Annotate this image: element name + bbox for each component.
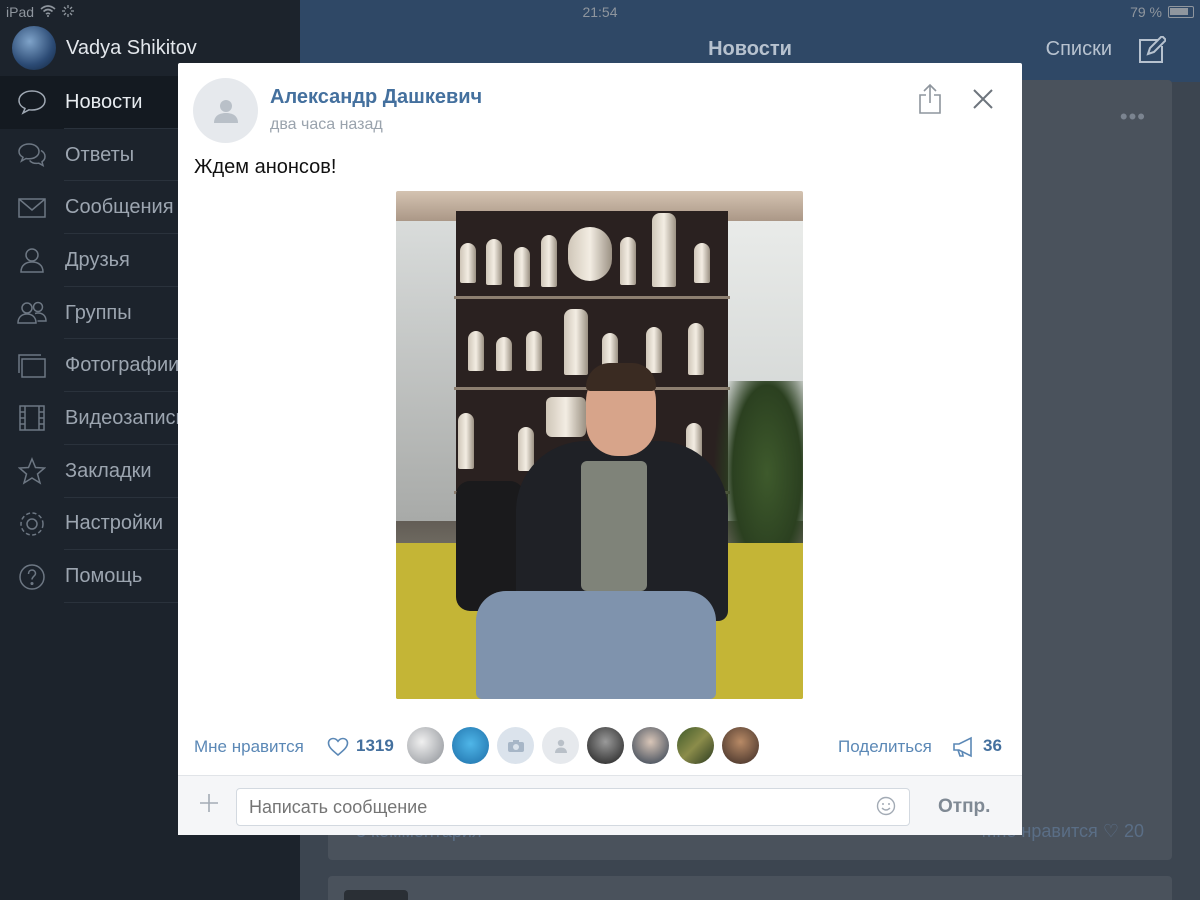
sidebar-item-label: Группы: [65, 301, 132, 324]
profile-name: Vadya Shikitov: [66, 36, 197, 59]
sidebar-item-label: Помощь: [65, 565, 143, 588]
gear-icon: [16, 510, 48, 538]
heart-icon[interactable]: [327, 737, 349, 762]
film-icon: [16, 404, 48, 432]
sidebar-item-label: Фотографии: [65, 354, 180, 377]
sidebar-item-label: Видеозаписи: [65, 406, 187, 429]
post-actions: Мне нравится 1319 Поделиться 36: [194, 727, 1006, 767]
like-button[interactable]: Мне нравится: [194, 737, 304, 757]
person-icon: [16, 246, 48, 274]
battery-percent: 79 %: [1130, 4, 1162, 20]
sidebar-item-label: Новости: [65, 90, 143, 113]
like-count: 20: [1123, 821, 1144, 841]
photos-icon: [16, 352, 48, 380]
liker-avatar[interactable]: [632, 727, 669, 764]
post-photo[interactable]: [396, 191, 803, 699]
star-icon: [16, 457, 48, 485]
lists-button[interactable]: Списки: [1046, 38, 1112, 61]
author-avatar[interactable]: [193, 78, 258, 143]
share-button[interactable]: Поделиться: [838, 737, 932, 757]
liker-avatar[interactable]: [722, 727, 759, 764]
person-placeholder-icon: [213, 99, 238, 123]
sidebar-item-label: Друзья: [65, 248, 130, 271]
like-count: 1319: [356, 736, 394, 755]
clock: 21:54: [582, 4, 618, 20]
comment-input[interactable]: [236, 788, 910, 826]
attach-plus-icon[interactable]: [198, 792, 220, 819]
chat-bubbles-icon: [16, 141, 48, 169]
heart-icon[interactable]: ♡: [1103, 821, 1124, 841]
camera-icon: [507, 739, 524, 752]
speech-bubble-icon: [16, 88, 48, 116]
share-icon[interactable]: [918, 83, 942, 120]
person-placeholder-icon: [554, 739, 567, 753]
post-text: Ждем анонсов!: [194, 156, 337, 178]
sidebar-item-label: Ответы: [65, 143, 135, 166]
status-bar: iPad 21:54 79 %: [0, 0, 1200, 24]
more-options-icon[interactable]: •••: [1120, 104, 1146, 130]
feed-post: [328, 876, 1172, 900]
envelope-icon: [16, 194, 48, 222]
author-name[interactable]: Александр Дашкевич: [270, 86, 482, 109]
post-modal: Александр Дашкевич два часа назад Ждем а…: [178, 63, 1022, 835]
comment-composer: Отпр.: [178, 775, 1022, 835]
share-count: 36: [983, 736, 1002, 755]
question-icon: [16, 563, 48, 591]
megaphone-icon[interactable]: [952, 736, 976, 763]
likers-list: [407, 727, 759, 764]
profile[interactable]: Vadya Shikitov: [12, 26, 197, 70]
compose-icon[interactable]: [1136, 34, 1168, 71]
liker-avatar[interactable]: [587, 727, 624, 764]
sidebar-item-label: Настройки: [65, 512, 164, 535]
liker-avatar[interactable]: [542, 727, 579, 764]
emoji-icon[interactable]: [876, 796, 896, 821]
sidebar-item-label: Сообщения: [65, 196, 174, 219]
post-thumbnail[interactable]: [344, 890, 408, 900]
people-icon: [16, 299, 48, 327]
liker-avatar[interactable]: [407, 727, 444, 764]
liker-avatar[interactable]: [677, 727, 714, 764]
close-icon[interactable]: [971, 87, 995, 116]
liker-avatar[interactable]: [497, 727, 534, 764]
battery-icon: [1168, 6, 1194, 18]
send-button[interactable]: Отпр.: [938, 796, 990, 818]
avatar[interactable]: [12, 26, 56, 70]
liker-avatar[interactable]: [452, 727, 489, 764]
post-timestamp: два часа назад: [270, 116, 383, 133]
sidebar-item-label: Закладки: [65, 459, 152, 482]
